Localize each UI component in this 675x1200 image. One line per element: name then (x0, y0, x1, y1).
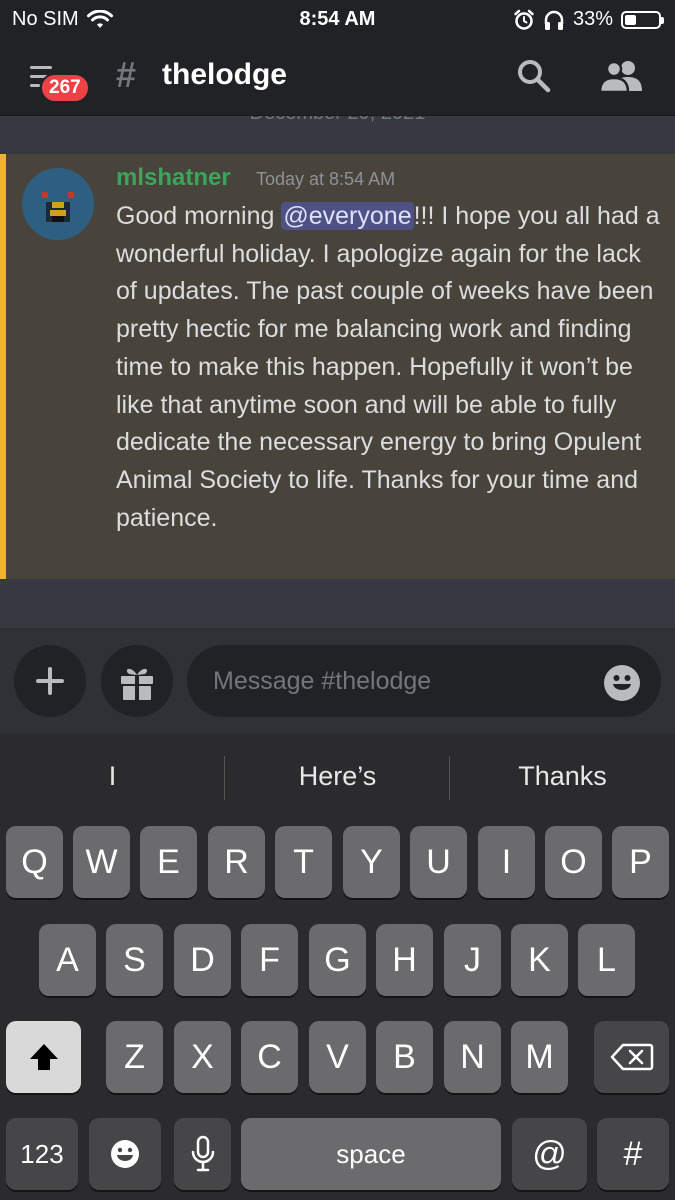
key-p[interactable]: P (612, 826, 669, 898)
key-n[interactable]: N (444, 1021, 501, 1093)
emoji-key-icon (111, 1140, 139, 1168)
smiley-icon (613, 675, 631, 690)
gift-button[interactable] (101, 645, 173, 717)
key-d[interactable]: D (174, 924, 231, 996)
message-text-start: Good morning (116, 202, 282, 230)
battery-icon (621, 10, 664, 29)
key-f[interactable]: F (241, 924, 298, 996)
key-i[interactable]: I (478, 826, 535, 898)
channel-title[interactable]: thelodge (162, 58, 287, 92)
key-k[interactable]: K (511, 924, 568, 996)
key-z[interactable]: Z (106, 1021, 163, 1093)
at-key[interactable]: @ (512, 1118, 587, 1190)
microphone-icon (191, 1135, 214, 1172)
key-c[interactable]: C (241, 1021, 298, 1093)
key-q[interactable]: Q (6, 826, 63, 898)
members-icon[interactable] (598, 58, 644, 94)
backspace-key[interactable] (594, 1021, 669, 1093)
status-bar: No SIM 8:54 AM 33% (0, 0, 675, 40)
search-icon[interactable] (516, 58, 552, 94)
channel-header: 267 # thelodge (0, 40, 675, 116)
key-w[interactable]: W (73, 826, 130, 898)
pixel-avatar-icon (22, 168, 94, 240)
screen: No SIM 8:54 AM 33% 267 # thelodge mlshat… (0, 0, 675, 1200)
avatar[interactable] (22, 168, 94, 240)
message-text: Good morning @everyone!!! I hope you all… (116, 198, 666, 537)
date-divider: December 29, 2021 (0, 116, 675, 125)
plus-icon (36, 667, 64, 695)
message[interactable]: mlshatner Today at 8:54 AM Good morning … (0, 154, 675, 579)
message-timestamp: Today at 8:54 AM (256, 169, 396, 189)
headphones-icon (544, 10, 564, 30)
battery-percent: 33% (572, 8, 613, 30)
suggestion-bar: I Here’s Thanks (0, 734, 675, 820)
emoji-button[interactable] (604, 665, 640, 701)
menu-icon-bar (30, 84, 40, 87)
suggestion-2[interactable]: Here’s (225, 761, 450, 792)
key-y[interactable]: Y (343, 826, 400, 898)
key-e[interactable]: E (140, 826, 197, 898)
key-x[interactable]: X (174, 1021, 231, 1093)
channel-hash-icon: # (116, 54, 137, 95)
hash-key[interactable]: # (597, 1118, 669, 1190)
key-h[interactable]: H (376, 924, 433, 996)
key-l[interactable]: L (578, 924, 635, 996)
backspace-icon (610, 1043, 653, 1071)
key-r[interactable]: R (208, 826, 265, 898)
key-o[interactable]: O (545, 826, 602, 898)
attach-button[interactable] (14, 645, 86, 717)
numbers-key[interactable]: 123 (6, 1118, 78, 1190)
shift-arrow-icon (29, 1044, 58, 1070)
menu-icon-bar (30, 66, 52, 69)
key-s[interactable]: S (106, 924, 163, 996)
key-a[interactable]: A (39, 924, 96, 996)
alarm-icon (514, 9, 534, 30)
key-g[interactable]: G (309, 924, 366, 996)
emoji-key[interactable] (89, 1118, 161, 1190)
key-j[interactable]: J (444, 924, 501, 996)
mention-everyone[interactable]: @everyone (281, 202, 414, 230)
unread-badge: 267 (40, 73, 90, 103)
keyboard: I Here’s Thanks Q W E R T Y U I O P A S … (0, 734, 675, 1200)
battery-fill (625, 14, 636, 25)
suggestion-3[interactable]: Thanks (450, 761, 675, 792)
key-t[interactable]: T (275, 826, 332, 898)
username[interactable]: mlshatner (116, 164, 231, 192)
key-v[interactable]: V (309, 1021, 366, 1093)
chat-area[interactable]: December 29, 2021 mlshatner Today at 8:5… (0, 116, 675, 628)
key-m[interactable]: M (511, 1021, 568, 1093)
key-u[interactable]: U (410, 826, 467, 898)
dictation-key[interactable] (174, 1118, 231, 1190)
space-key[interactable]: space (241, 1118, 501, 1190)
shift-key[interactable] (6, 1021, 81, 1093)
status-right: 33% (513, 8, 664, 31)
message-composer (0, 628, 675, 734)
message-input[interactable] (187, 645, 661, 717)
suggestion-1[interactable]: I (0, 761, 225, 792)
message-text-rest: !!! I hope you all had a wonderful holid… (116, 202, 660, 532)
key-b[interactable]: B (376, 1021, 433, 1093)
gift-icon (121, 668, 153, 700)
